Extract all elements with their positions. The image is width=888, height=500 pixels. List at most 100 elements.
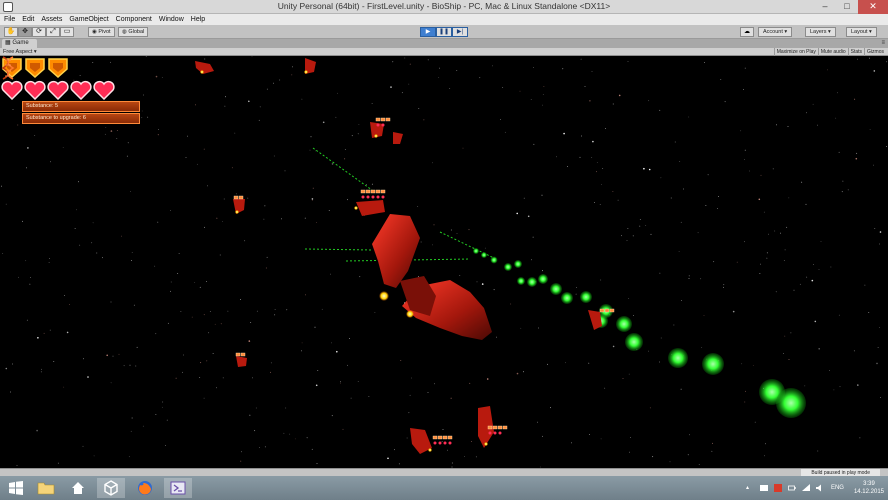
taskbar-unity[interactable]: [97, 478, 125, 498]
star: [476, 281, 478, 283]
system-tray: ▴ ENG 3:39 14.12.2015: [743, 479, 884, 497]
star: [344, 149, 346, 150]
heart-icon: [47, 80, 69, 100]
star: [814, 320, 817, 323]
star: [533, 67, 534, 68]
star: [110, 382, 112, 384]
star: [744, 67, 746, 69]
taskbar-firefox[interactable]: [131, 478, 159, 498]
star: [550, 407, 551, 409]
aspect-dropdown[interactable]: Free Aspect ▾: [3, 48, 37, 56]
rotate-tool-button[interactable]: ⟳: [32, 27, 46, 37]
cloud-button[interactable]: ☁: [740, 27, 754, 37]
star: [263, 218, 265, 220]
star: [12, 363, 13, 365]
step-button[interactable]: ▶|: [452, 27, 468, 37]
rect-tool-button[interactable]: ▭: [60, 27, 74, 37]
star: [126, 155, 128, 157]
menu-file[interactable]: File: [2, 14, 20, 25]
star: [703, 315, 705, 316]
star: [705, 205, 707, 206]
star: [34, 135, 36, 136]
star: [50, 161, 51, 163]
menu-window[interactable]: Window: [157, 14, 189, 25]
wifi-icon[interactable]: [801, 484, 810, 492]
menu-component[interactable]: Component: [114, 14, 157, 25]
play-button[interactable]: ▶: [420, 27, 436, 37]
battery-icon[interactable]: [788, 484, 796, 492]
maximize-button[interactable]: □: [836, 0, 858, 14]
star: [357, 381, 359, 382]
mute-audio-toggle[interactable]: Mute audio: [817, 48, 848, 56]
star: [118, 353, 120, 355]
tab-game[interactable]: ▦ Game: [2, 39, 37, 48]
substance-upgrade-counter: Substance to upgrade: 6: [22, 113, 140, 124]
stats-toggle[interactable]: Stats: [847, 48, 864, 56]
global-toggle[interactable]: ◍ Global: [118, 27, 149, 37]
volume-icon[interactable]: [815, 484, 824, 492]
language-indicator[interactable]: ENG: [831, 485, 844, 491]
star: [250, 322, 252, 323]
star: [766, 257, 768, 259]
pivot-toggle[interactable]: ◉ Pivot: [88, 27, 115, 37]
star: [301, 350, 302, 352]
maximize-on-play-toggle[interactable]: Maximize on Play: [773, 48, 818, 56]
star: [542, 94, 544, 95]
menu-edit[interactable]: Edit: [20, 14, 39, 25]
taskbar-visual-studio[interactable]: [164, 478, 192, 498]
star: [688, 278, 690, 279]
menu-gameobject[interactable]: GameObject: [67, 14, 113, 25]
star: [247, 197, 249, 199]
action-center-icon[interactable]: [759, 484, 768, 492]
star: [347, 199, 348, 201]
tab-options-icon[interactable]: ≡: [881, 40, 885, 47]
star: [532, 236, 534, 238]
star: [837, 92, 838, 94]
star: [227, 310, 229, 312]
star: [442, 429, 444, 430]
star: [254, 430, 256, 432]
minimize-button[interactable]: –: [814, 0, 836, 14]
layout-dropdown[interactable]: Layout ▾: [846, 27, 877, 37]
move-tool-button[interactable]: ✥: [18, 27, 32, 37]
star: [740, 130, 742, 132]
start-button[interactable]: [2, 478, 30, 498]
star: [839, 386, 841, 388]
pause-button[interactable]: ❚❚: [436, 27, 452, 37]
star: [222, 221, 224, 223]
star: [286, 309, 288, 311]
star: [541, 194, 543, 196]
layers-dropdown[interactable]: Layers ▾: [805, 27, 836, 37]
show-hidden-icons-icon[interactable]: ▴: [746, 484, 754, 492]
star: [116, 130, 118, 131]
star: [127, 142, 129, 144]
menu-help[interactable]: Help: [189, 14, 210, 25]
star: [305, 294, 306, 296]
star: [291, 74, 293, 76]
clock[interactable]: 3:39 14.12.2015: [854, 480, 884, 496]
enemy-ship: [195, 61, 214, 74]
star: [26, 167, 27, 169]
star: [180, 311, 182, 312]
taskbar-file-explorer[interactable]: [32, 478, 60, 498]
star: [886, 61, 888, 63]
star: [311, 199, 313, 201]
star: [49, 258, 50, 259]
taskbar-store[interactable]: [64, 478, 92, 498]
gizmos-dropdown[interactable]: Gizmos: [864, 48, 886, 56]
star: [869, 57, 870, 59]
close-button[interactable]: ✕: [858, 0, 888, 14]
star: [130, 430, 132, 432]
menu-assets[interactable]: Assets: [39, 14, 67, 25]
star: [760, 263, 761, 265]
star: [580, 58, 582, 60]
game-view[interactable]: Substance: 5 Substance to upgrade: 6: [0, 56, 888, 468]
star: [165, 445, 166, 446]
scale-tool-button[interactable]: ⤢: [46, 27, 60, 37]
account-dropdown[interactable]: Account ▾: [758, 27, 793, 37]
security-alert-icon[interactable]: [773, 484, 782, 492]
star: [627, 61, 629, 62]
hand-tool-button[interactable]: ✋: [4, 27, 18, 37]
star: [304, 217, 306, 219]
star: [265, 267, 267, 269]
